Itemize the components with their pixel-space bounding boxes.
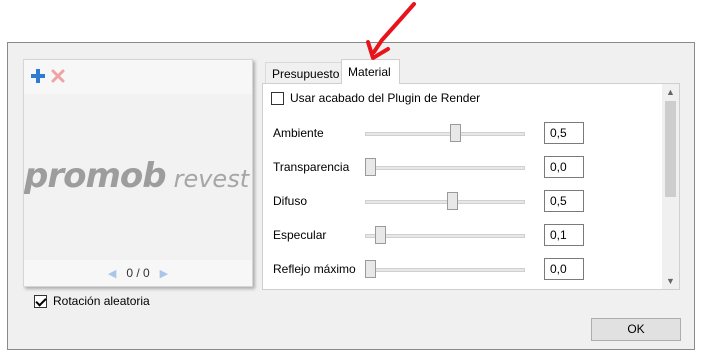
brand-main: promob (24, 156, 167, 196)
slider-track[interactable] (365, 200, 525, 204)
value-input[interactable]: 0,0 (544, 258, 584, 280)
slider-track[interactable] (365, 234, 525, 238)
property-label: Especular (273, 228, 327, 242)
property-label: Ambiente (273, 126, 324, 140)
property-label: Difuso (273, 194, 308, 208)
property-row-ambiente: Ambiente 0,5 (273, 122, 584, 146)
pager: ◀ 0 / 0 ▶ (24, 266, 252, 280)
property-label: Reflejo máximo (273, 262, 356, 276)
property-row-reflejo-maximo: Reflejo máximo 0,0 (273, 258, 584, 282)
vertical-scrollbar[interactable]: ▲ ▼ (662, 84, 679, 289)
preview-panel: promob revest ◀ 0 / 0 ▶ (23, 59, 253, 287)
property-row-difuso: Difuso 0,5 (273, 190, 584, 214)
value-input[interactable]: 0,1 (544, 224, 584, 246)
property-label: Transparencia (273, 160, 350, 174)
scrollbar-thumb[interactable] (665, 101, 676, 197)
checkbox-box[interactable] (271, 91, 284, 105)
chevron-up-icon[interactable]: ▲ (662, 84, 679, 100)
slider-thumb[interactable] (450, 124, 461, 142)
texture-preview: promob revest (24, 94, 252, 260)
material-dialog: promob revest ◀ 0 / 0 ▶ Rotación aleatori… (7, 42, 695, 350)
slider-thumb[interactable] (365, 260, 376, 278)
chevron-left-icon[interactable]: ◀ (108, 267, 116, 280)
x-icon[interactable] (50, 68, 66, 84)
slider-thumb[interactable] (447, 192, 458, 210)
value-input[interactable]: 0,5 (544, 122, 584, 144)
ok-button[interactable]: OK (591, 318, 681, 341)
use-plugin-label: Usar acabado del Plugin de Render (290, 91, 481, 105)
property-row-especular: Especular 0,1 (273, 224, 584, 248)
slider-track[interactable] (365, 268, 525, 272)
brand-watermark: promob revest (24, 156, 249, 196)
chevron-down-icon[interactable]: ▼ (662, 273, 679, 289)
use-plugin-checkbox[interactable]: Usar acabado del Plugin de Render (271, 91, 480, 105)
plus-icon[interactable] (30, 68, 46, 84)
material-tab-panel: Usar acabado del Plugin de Render Ambien… (262, 83, 680, 290)
brand-sub: revest (173, 165, 250, 193)
random-rotation-label: Rotación aleatoria (53, 294, 150, 308)
chevron-right-icon[interactable]: ▶ (160, 267, 168, 280)
checkbox-box[interactable] (34, 294, 47, 308)
value-input[interactable]: 0,5 (544, 190, 584, 212)
pager-text: 0 / 0 (126, 266, 150, 280)
random-rotation-checkbox[interactable]: Rotación aleatoria (34, 294, 150, 308)
property-row-transparencia: Transparencia 0,0 (273, 156, 584, 180)
annotation-arrow (366, 2, 416, 60)
slider-thumb[interactable] (375, 226, 386, 244)
slider-track[interactable] (365, 166, 525, 170)
slider-thumb[interactable] (365, 158, 376, 176)
value-input[interactable]: 0,0 (544, 156, 584, 178)
slider-track[interactable] (365, 132, 525, 136)
